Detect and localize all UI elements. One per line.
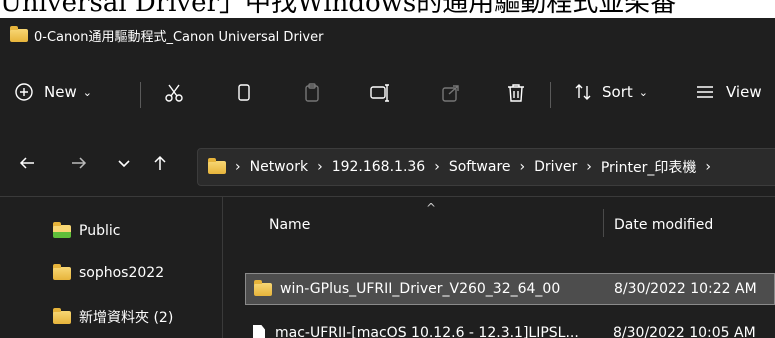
clipboard-icon <box>302 82 324 104</box>
file-list: ^ Name Date modified win-GPlus_UFRII_Dri… <box>223 197 775 338</box>
window-title: 0-Canon通用驅動程式_Canon Universal Driver <box>34 29 324 45</box>
arrow-right-icon <box>70 154 88 172</box>
new-button[interactable]: New ⌄ <box>14 82 92 102</box>
breadcrumb-chevron-icon: › <box>705 159 712 175</box>
sort-button[interactable]: Sort ⌄ <box>573 82 648 102</box>
recent-locations-button[interactable] <box>117 154 131 172</box>
chevron-down-icon <box>117 154 131 172</box>
share-icon <box>440 82 462 104</box>
forward-button[interactable] <box>70 154 88 172</box>
title-bar: 0-Canon通用驅動程式_Canon Universal Driver <box>0 18 775 52</box>
file-name: mac-UFRII-[macOS 10.12.6 - 12.3.1]LIPSL.… <box>275 325 579 338</box>
new-button-label: New <box>44 83 77 101</box>
file-name: win-GPlus_UFRII_Driver_V260_32_64_00 <box>280 281 561 297</box>
column-separator[interactable] <box>603 209 604 237</box>
breadcrumb-network[interactable]: Network <box>250 159 308 175</box>
folder-icon <box>10 25 28 42</box>
plus-circle-icon <box>14 82 34 102</box>
scissors-icon <box>163 82 185 104</box>
sort-button-label: Sort <box>602 83 633 101</box>
view-lines-icon <box>695 82 715 102</box>
file-explorer-window: 0-Canon通用驅動程式_Canon Universal Driver New… <box>0 18 775 338</box>
sort-icon <box>573 82 593 102</box>
share-button[interactable] <box>440 82 462 104</box>
copy-button[interactable] <box>233 82 255 104</box>
sort-up-indicator-icon: ^ <box>426 201 437 215</box>
toolbar-separator <box>550 82 551 108</box>
column-header-name[interactable]: Name <box>269 217 310 233</box>
folder-icon <box>53 263 71 280</box>
sidebar-item-new-folder-2[interactable]: 新增資料夾 (2) <box>53 307 173 327</box>
sidebar-item-sophos2022[interactable]: sophos2022 <box>53 263 165 281</box>
address-bar[interactable]: › Network › 192.168.1.36 › Software › Dr… <box>197 148 775 186</box>
arrow-up-icon <box>152 154 168 172</box>
page-caption: Universal Driver」中找Windows的通用驅動程式並架番 <box>0 0 775 18</box>
shared-folder-icon <box>53 221 71 238</box>
folder-icon <box>254 279 272 296</box>
rename-icon <box>369 82 391 104</box>
breadcrumb-chevron-icon: › <box>586 159 592 175</box>
sidebar-item-public[interactable]: Public <box>53 221 121 239</box>
breadcrumb-ip[interactable]: 192.168.1.36 <box>332 159 426 175</box>
row-name: win-GPlus_UFRII_Driver_V260_32_64_00 <box>254 279 561 297</box>
breadcrumb-chevron-icon: › <box>519 159 526 175</box>
file-date: 8/30/2022 10:05 AM <box>613 325 756 338</box>
toolbar-separator <box>140 82 141 108</box>
copy-icon <box>233 82 255 104</box>
breadcrumb-software[interactable]: Software <box>449 159 511 175</box>
file-date: 8/30/2022 10:22 AM <box>614 281 757 297</box>
trash-icon <box>505 82 527 104</box>
breadcrumb-chevron-icon: › <box>235 159 241 175</box>
chevron-down-icon: ⌄ <box>638 85 648 99</box>
sidebar-item-label: 新增資料夾 (2) <box>79 310 174 326</box>
paste-button[interactable] <box>302 82 324 104</box>
table-row[interactable]: mac-UFRII-[macOS 10.12.6 - 12.3.1]LIPSL.… <box>245 317 775 338</box>
back-button[interactable] <box>18 154 36 172</box>
folder-icon <box>53 307 71 324</box>
chevron-down-icon: ⌄ <box>82 85 92 99</box>
breadcrumb-driver[interactable]: Driver <box>534 159 577 175</box>
breadcrumb-printer[interactable]: Printer_印表機 <box>601 157 697 177</box>
delete-button[interactable] <box>505 82 527 104</box>
rename-button[interactable] <box>369 82 391 104</box>
arrow-left-icon <box>18 154 36 172</box>
breadcrumb-chevron-icon: › <box>434 159 440 175</box>
table-row[interactable]: win-GPlus_UFRII_Driver_V260_32_64_00 8/3… <box>245 273 775 305</box>
file-icon <box>253 325 265 338</box>
cut-button[interactable] <box>163 82 185 104</box>
sidebar-item-label: sophos2022 <box>79 265 165 281</box>
folder-icon <box>208 157 226 174</box>
view-button[interactable]: View <box>695 82 762 102</box>
sidebar-item-label: Public <box>79 223 121 239</box>
breadcrumb-chevron-icon: › <box>317 159 323 175</box>
up-button[interactable] <box>152 154 168 172</box>
view-button-label: View <box>726 83 762 101</box>
column-header-date-modified[interactable]: Date modified <box>614 217 713 233</box>
row-name: mac-UFRII-[macOS 10.12.6 - 12.3.1]LIPSL.… <box>253 325 579 338</box>
